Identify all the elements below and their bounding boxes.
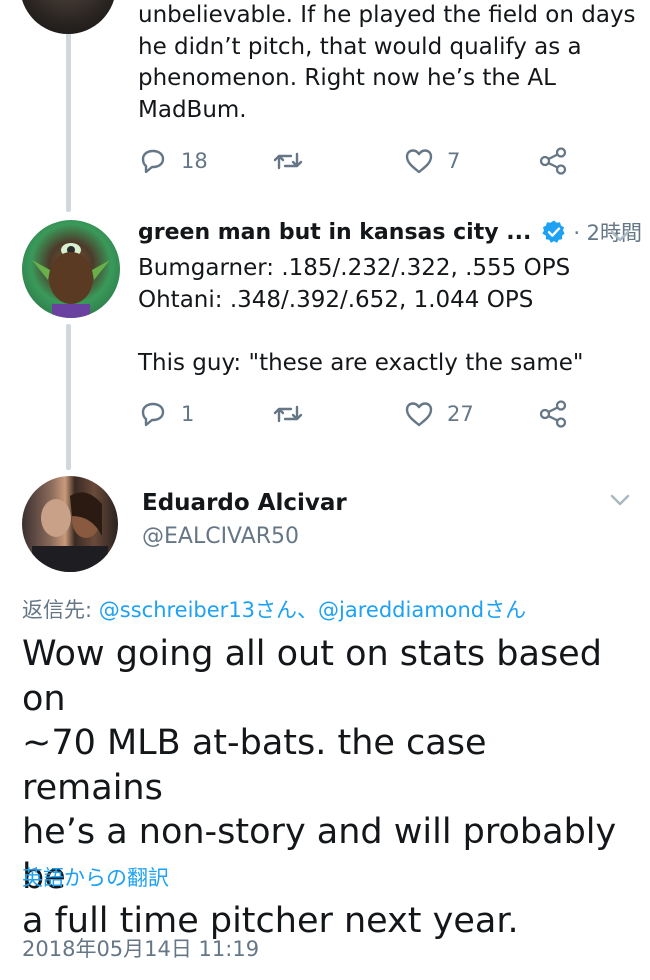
reply-to-prefix: 返信先:	[22, 598, 99, 622]
retweet-button[interactable]	[272, 146, 317, 176]
share-icon	[539, 400, 567, 428]
middle-tweet-actions: 1 27	[138, 399, 578, 429]
reply-to-line: 返信先: @sschreiber13さん、@jareddiamondさん	[22, 594, 526, 624]
reply-count: 18	[181, 149, 208, 173]
translate-link[interactable]: 英語からの翻訳	[22, 862, 169, 892]
main-display-name[interactable]: Eduardo Alcivar	[142, 490, 347, 516]
middle-tweet-text: Bumgarner: .185/.232/.322, .555 OPS Ohta…	[138, 255, 584, 376]
chevron-down-icon[interactable]	[608, 224, 632, 248]
like-icon	[405, 402, 433, 427]
reply-mentions[interactable]: @sschreiber13さん、@jareddiamondさん	[99, 598, 526, 622]
previous-tweet-text: unbelievable. If he played the field on …	[138, 2, 636, 123]
verified-badge-icon	[541, 219, 567, 245]
like-button[interactable]: 7	[404, 146, 460, 176]
share-button[interactable]	[538, 399, 568, 429]
middle-tweet-header: green man but in kansas city ... · 2時間	[138, 216, 642, 248]
like-count: 7	[447, 149, 461, 173]
chevron-down-icon[interactable]	[608, 488, 632, 512]
like-icon	[405, 149, 433, 174]
avatar-photo-graphic	[32, 492, 108, 572]
main-handle[interactable]: @EALCIVAR50	[142, 524, 299, 549]
reply-button[interactable]: 18	[138, 146, 208, 176]
previous-tweet-actions: 18 7	[138, 146, 578, 176]
avatar-middle[interactable]	[22, 220, 120, 318]
like-button[interactable]: 27	[404, 399, 474, 429]
reply-icon	[141, 149, 165, 174]
retweet-icon	[273, 405, 303, 423]
thread-line-middle	[66, 324, 71, 470]
display-name[interactable]: green man but in kansas city ...	[138, 220, 531, 245]
main-tweet-text: Wow going all out on stats based on ~70 …	[22, 634, 617, 941]
reply-icon	[141, 402, 165, 427]
retweet-button[interactable]	[272, 399, 317, 429]
avatar-main[interactable]	[22, 476, 118, 572]
avatar-face-graphic	[32, 243, 110, 318]
share-button[interactable]	[538, 146, 568, 176]
avatar-previous[interactable]	[20, 0, 116, 34]
retweet-icon	[273, 152, 303, 170]
like-count: 27	[447, 402, 474, 426]
reply-button[interactable]: 1	[138, 399, 194, 429]
tweet-timestamp: 2018年05月14日 11:19	[22, 937, 260, 961]
reply-count: 1	[181, 402, 195, 426]
share-icon	[539, 147, 567, 175]
